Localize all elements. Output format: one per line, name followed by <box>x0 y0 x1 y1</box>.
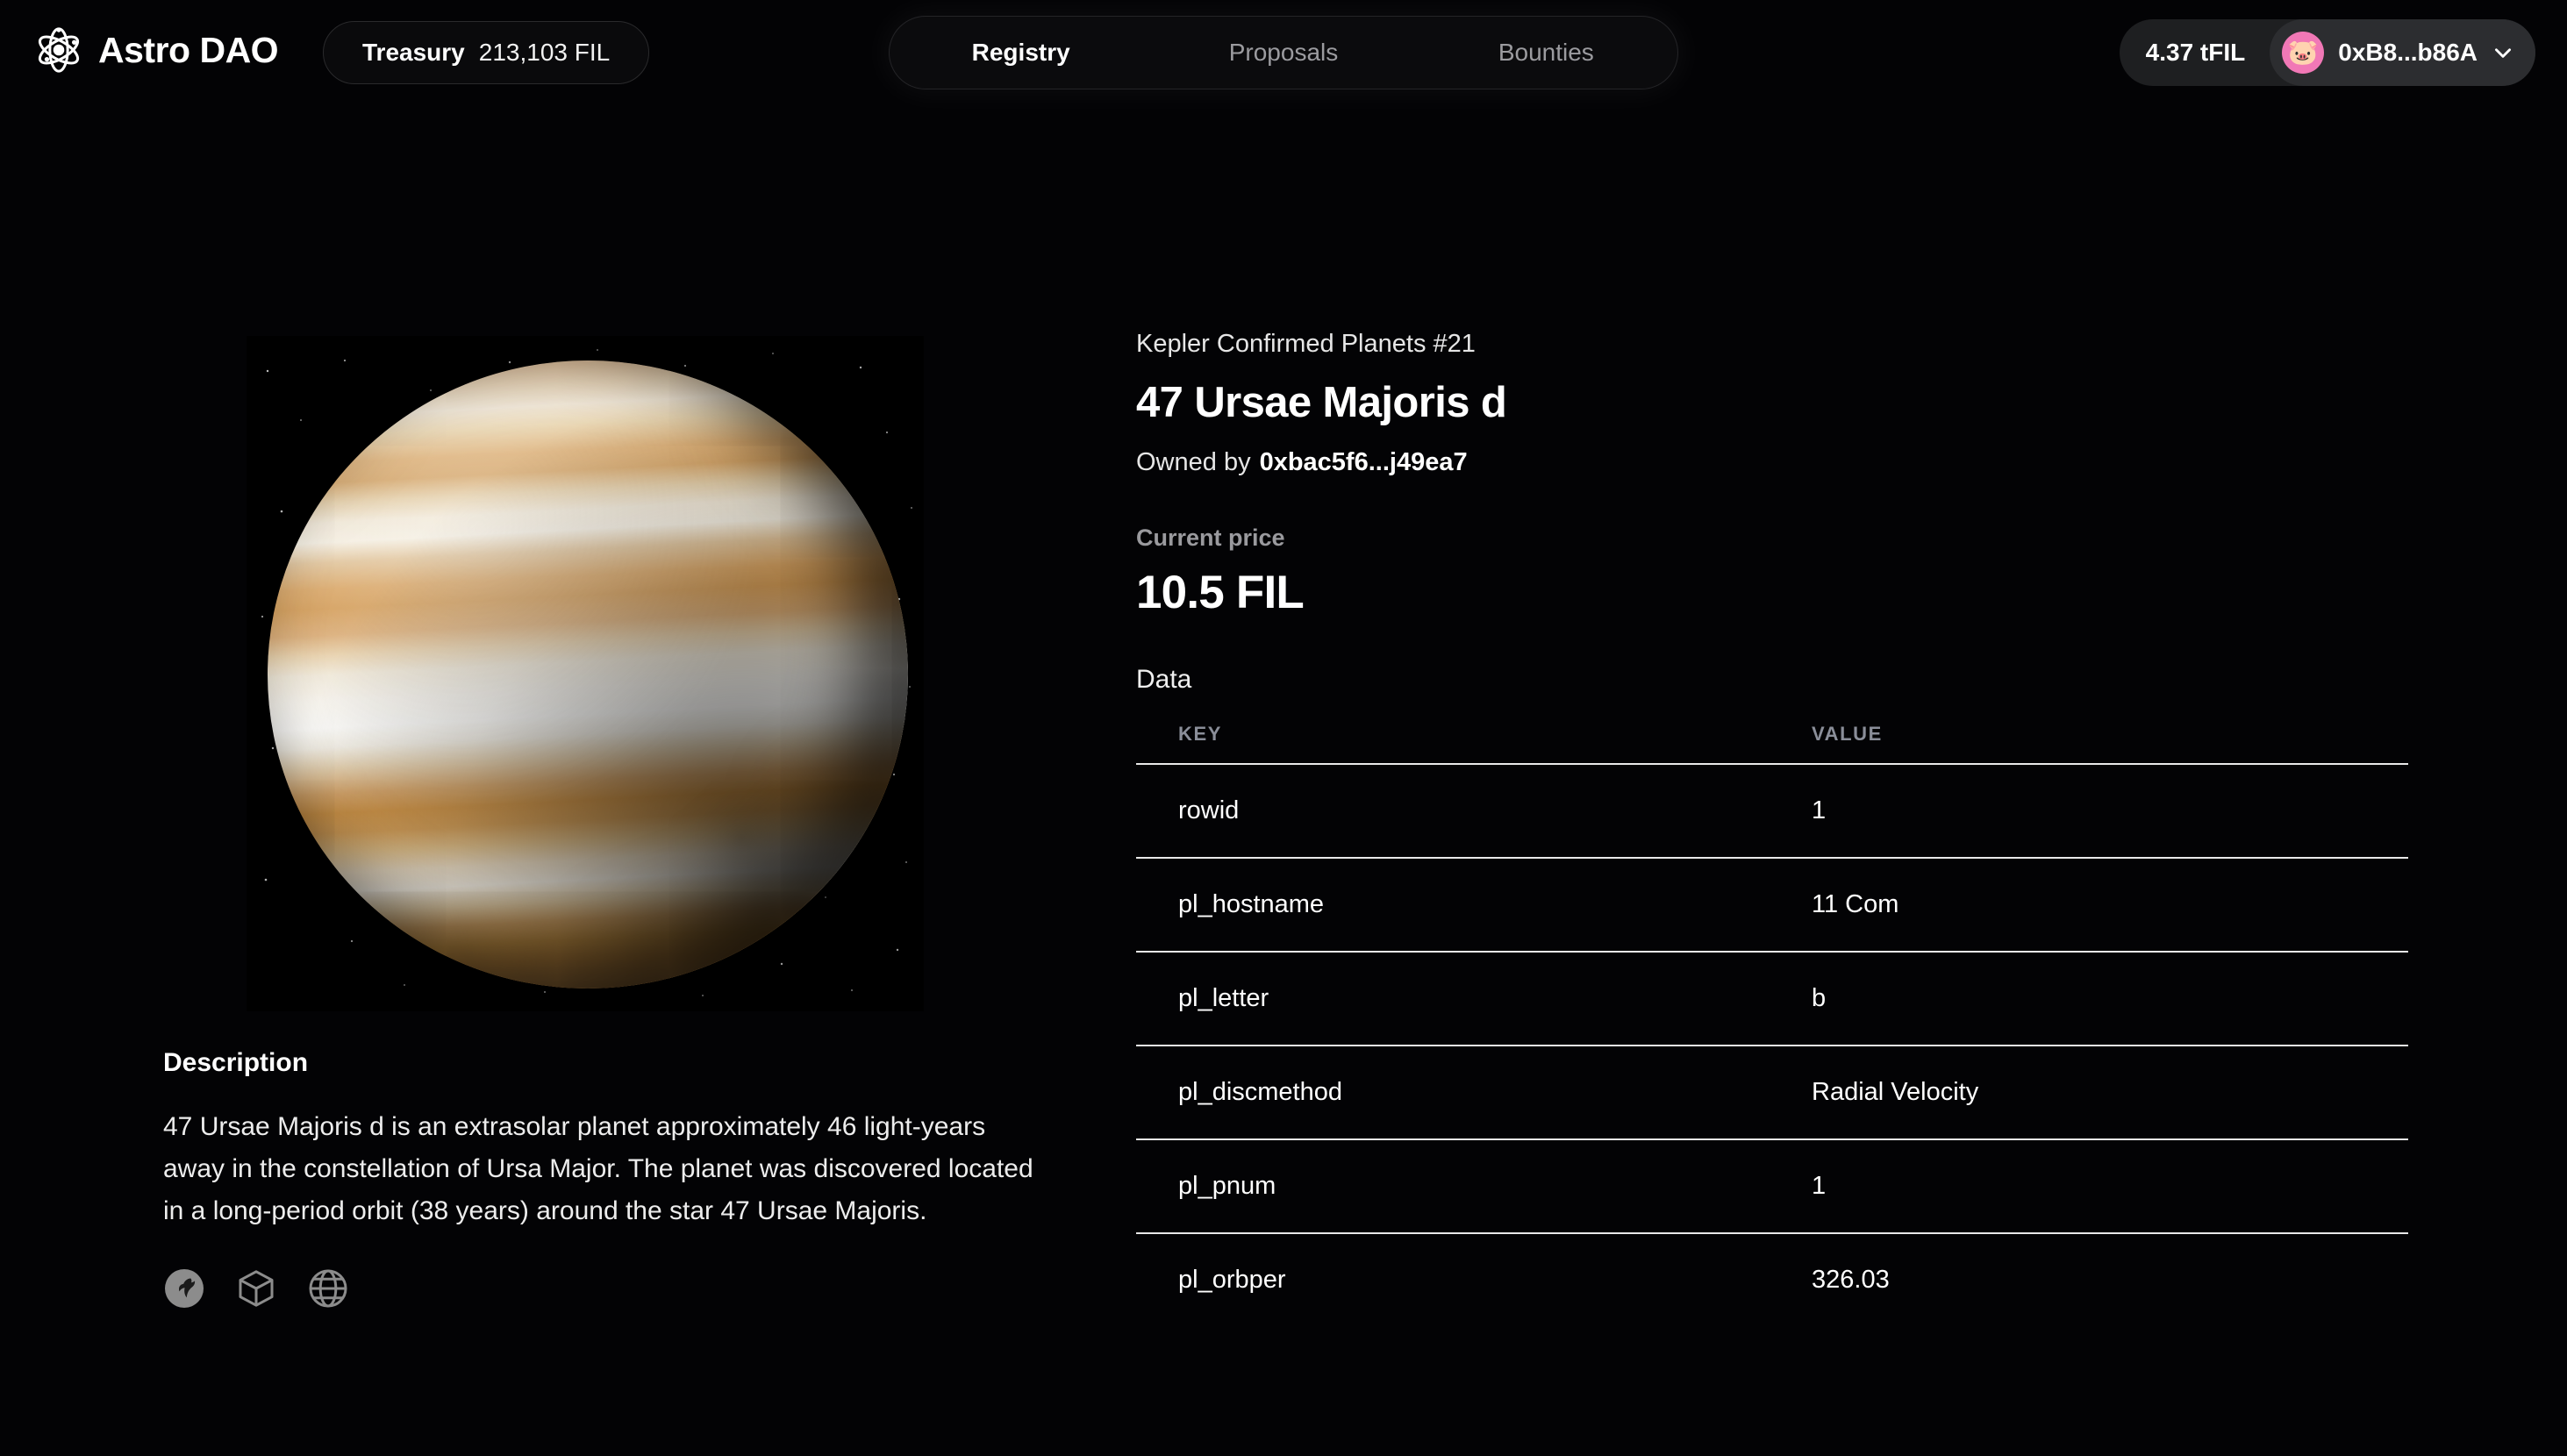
planet-sphere <box>268 360 908 989</box>
cell-key: pl_orbper <box>1178 1266 1286 1294</box>
brand-logo[interactable]: Astro DAO <box>33 25 279 75</box>
table-row: pl_orbper 326.03 <box>1136 1233 2408 1326</box>
asset-image[interactable] <box>247 336 924 1011</box>
chevron-down-icon <box>2495 48 2511 58</box>
data-section-label: Data <box>1136 665 1192 694</box>
asset-left-column: Description 47 Ursae Majoris d is an ext… <box>163 336 1040 1310</box>
avatar: 🐷 <box>2282 32 2325 74</box>
asset-right-column: Kepler Confirmed Planets #21 47 Ursae Ma… <box>1136 330 2408 1326</box>
main-navigation: Registry Proposals Bounties <box>889 16 1678 89</box>
cell-key: pl_hostname <box>1136 858 1812 953</box>
treasury-label: Treasury <box>362 39 465 66</box>
table-row: rowid 1 <box>1136 764 2408 859</box>
table-row: pl_pnum 1 <box>1136 1139 2408 1234</box>
cell-value: Radial Velocity <box>1812 1046 2408 1140</box>
page-title: 47 Ursae Majoris d <box>1136 379 1507 426</box>
table-row: pl_discmethod Radial Velocity <box>1136 1046 2408 1140</box>
cell-value: 326.03 <box>1812 1266 1890 1294</box>
globe-icon[interactable] <box>307 1267 349 1310</box>
cell-value: b <box>1812 952 2408 1046</box>
owner-address[interactable]: 0xbac5f6...j49ea7 <box>1260 448 1468 476</box>
cell-value: 11 Com <box>1812 858 2408 953</box>
cell-key: rowid <box>1136 764 1812 859</box>
atom-icon <box>38 27 80 73</box>
wallet-address: 0xB8...b86A <box>2338 39 2478 66</box>
description-body: 47 Ursae Majoris d is an extrasolar plan… <box>163 1112 1033 1225</box>
table-row: pl_letter b <box>1136 952 2408 1046</box>
cell-key: pl_letter <box>1136 952 1812 1046</box>
table-row: pl_hostname 11 Com <box>1136 858 2408 953</box>
treasury-value: 213,103 FIL <box>478 39 611 66</box>
owner-line: Owned by 0xbac5f6...j49ea7 <box>1136 448 2408 477</box>
column-header-value: VALUE <box>1812 714 2408 765</box>
tab-proposals[interactable]: Proposals <box>1152 39 1414 67</box>
planet-terminator <box>268 360 908 989</box>
cube-icon[interactable] <box>235 1267 277 1310</box>
price-label: Current price <box>1136 525 1285 551</box>
column-header-key: KEY <box>1136 714 1812 765</box>
tab-bounties[interactable]: Bounties <box>1415 39 1677 67</box>
price-value: 10.5 FIL <box>1136 567 1305 618</box>
table-header-row: KEY VALUE <box>1136 714 2408 765</box>
wallet-balance: 4.37 tFIL <box>2145 39 2246 66</box>
social-links <box>163 1267 1040 1310</box>
cell-key: pl_discmethod <box>1136 1046 1812 1140</box>
marketplace-logo-icon[interactable] <box>163 1267 205 1310</box>
brand-name: Astro DAO <box>98 29 279 70</box>
cell-value: 1 <box>1812 764 2408 859</box>
tab-registry[interactable]: Registry <box>890 39 1152 67</box>
description-heading: Description <box>163 1048 309 1077</box>
owner-prefix: Owned by <box>1136 448 1251 476</box>
wallet-widget: 4.37 tFIL 🐷 0xB8...b86A <box>2119 19 2535 86</box>
cell-value: 1 <box>1812 1139 2408 1234</box>
app-header: Astro DAO Treasury 213,103 FIL Registry … <box>0 0 2567 116</box>
attributes-table: KEY VALUE rowid 1 pl_hostname 11 Com pl_… <box>1136 714 2408 1326</box>
wallet-account-button[interactable]: 🐷 0xB8...b86A <box>2270 19 2535 86</box>
cell-key: pl_pnum <box>1136 1139 1812 1234</box>
collection-name[interactable]: Kepler Confirmed Planets #21 <box>1136 330 2408 359</box>
treasury-pill[interactable]: Treasury 213,103 FIL <box>323 21 650 84</box>
